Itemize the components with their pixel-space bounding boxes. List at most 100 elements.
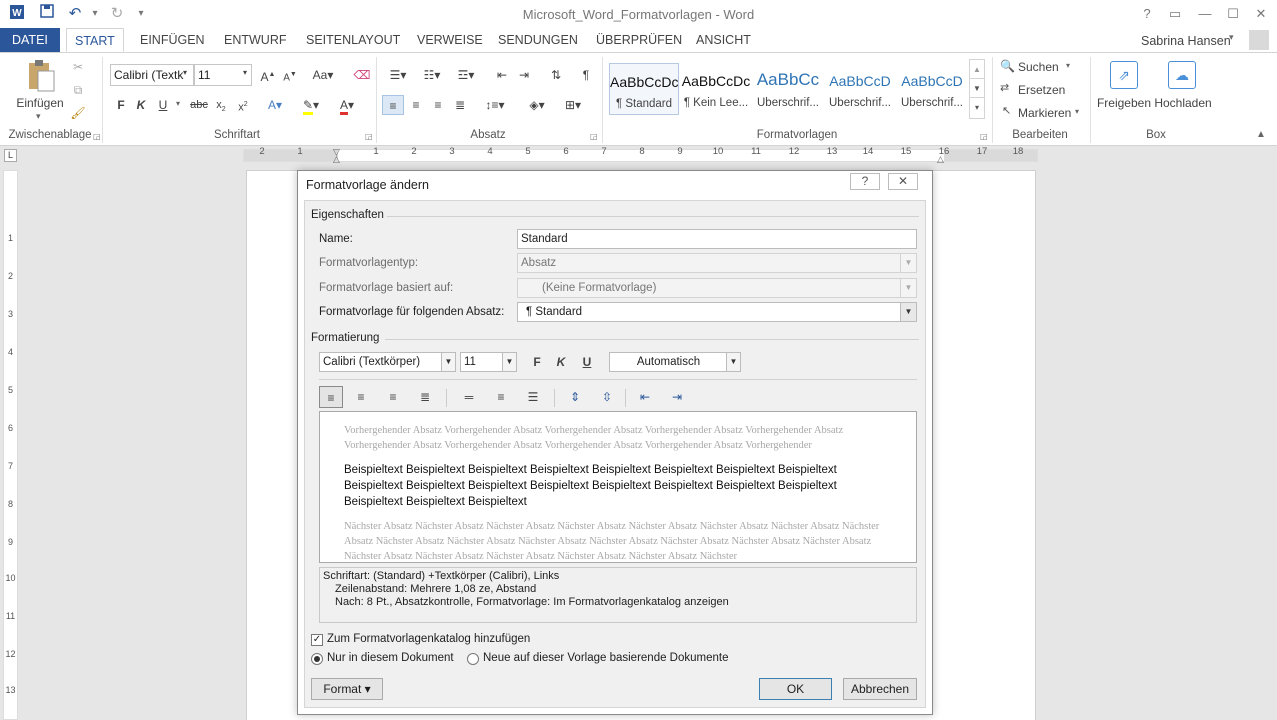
tab-einfuegen[interactable]: EINFÜGEN bbox=[132, 28, 213, 52]
styles-more-icon[interactable]: ▾ bbox=[970, 98, 984, 117]
select-dropdown-icon[interactable]: ▾ bbox=[1075, 107, 1079, 116]
italic-button[interactable]: K bbox=[549, 351, 573, 373]
increase-spacing-icon[interactable]: ⇕ bbox=[563, 386, 587, 408]
upload-button[interactable]: Hochladen bbox=[1152, 93, 1214, 113]
paste-dropdown-icon[interactable]: ▾ bbox=[36, 111, 41, 122]
borders-icon[interactable]: ⊞▾ bbox=[558, 95, 588, 115]
style-heading-1[interactable]: AaBbCc Überschrif... bbox=[753, 63, 823, 115]
cancel-button[interactable]: Abbrechen bbox=[843, 678, 917, 700]
decrease-indent-icon[interactable]: ⇤ bbox=[492, 65, 512, 85]
replace-button[interactable]: Ersetzen bbox=[1018, 80, 1065, 100]
upload-icon[interactable]: ☁ bbox=[1168, 61, 1196, 89]
search-dropdown-icon[interactable]: ▾ bbox=[1066, 61, 1070, 70]
justify-button[interactable]: ≣ bbox=[413, 386, 437, 408]
bold-icon[interactable]: F bbox=[112, 95, 130, 115]
italic-icon[interactable]: K bbox=[132, 95, 150, 115]
style-type-select[interactable]: Absatz ▼ bbox=[517, 253, 917, 273]
share-button[interactable]: Freigeben bbox=[1096, 93, 1152, 113]
search-icon[interactable]: 🔍 bbox=[1000, 59, 1015, 73]
underline-dropdown-icon[interactable]: ▾ bbox=[176, 99, 180, 108]
add-to-gallery-checkbox[interactable]: ✓ bbox=[311, 634, 323, 646]
name-field[interactable]: Standard bbox=[517, 229, 917, 249]
styles-scroll-down-icon[interactable]: ▼ bbox=[970, 79, 984, 98]
collapse-ribbon-icon[interactable]: ▲ bbox=[1256, 129, 1266, 140]
clear-formatting-icon[interactable]: ⌫ bbox=[352, 65, 372, 85]
new-documents-radio[interactable] bbox=[467, 653, 479, 665]
tab-sendungen[interactable]: SENDUNGEN bbox=[490, 28, 586, 52]
maximize-icon[interactable]: ☐ bbox=[1222, 4, 1244, 24]
font-name-box[interactable]: Calibri (Textk bbox=[110, 64, 194, 86]
minimize-icon[interactable]: — bbox=[1194, 4, 1216, 24]
subscript-icon[interactable]: x2 bbox=[212, 95, 230, 115]
based-on-select[interactable]: (Keine Formatvorlage) ▼ bbox=[517, 278, 917, 298]
highlight-color-icon[interactable]: ✎▾ bbox=[296, 95, 326, 115]
select-icon[interactable]: ↖ bbox=[1002, 104, 1011, 117]
right-indent-marker[interactable]: △ bbox=[937, 154, 944, 165]
grow-font-icon[interactable]: A▲ bbox=[258, 65, 278, 85]
align-left-icon[interactable]: ≡ bbox=[382, 95, 404, 115]
double-spacing-button[interactable]: ☰ bbox=[521, 386, 545, 408]
shading-icon[interactable]: ◈▾ bbox=[522, 95, 552, 115]
help-button[interactable]: ? bbox=[850, 173, 880, 190]
tab-ansicht[interactable]: ANSICHT bbox=[688, 28, 759, 52]
copy-icon[interactable]: ⧉ bbox=[70, 80, 86, 100]
show-formatting-icon[interactable]: ¶ bbox=[576, 65, 596, 85]
close-icon[interactable]: ✕ bbox=[1250, 4, 1272, 24]
align-right-button[interactable]: ≡ bbox=[381, 386, 405, 408]
styles-scroll[interactable]: ▲ ▼ ▾ bbox=[969, 59, 985, 119]
align-left-button[interactable]: ≡ bbox=[319, 386, 343, 408]
format-menu-button[interactable]: Format ▾ bbox=[311, 678, 383, 700]
paragraph-launcher-icon[interactable]: ◲ bbox=[590, 132, 598, 141]
hanging-indent-marker[interactable]: △ bbox=[333, 154, 340, 165]
cut-icon[interactable]: ✂ bbox=[70, 57, 86, 77]
multilevel-list-icon[interactable]: ☲▾ bbox=[452, 65, 480, 85]
increase-indent-icon[interactable]: ⇥ bbox=[665, 386, 689, 408]
shrink-font-icon[interactable]: A▼ bbox=[280, 65, 300, 85]
align-center-icon[interactable]: ≡ bbox=[406, 95, 426, 115]
style-kein-leerraum[interactable]: AaBbCcDc ¶ Kein Lee... bbox=[681, 63, 751, 115]
only-this-document-label[interactable]: Nur in diesem Dokument bbox=[327, 652, 454, 664]
add-to-gallery-label[interactable]: Zum Formatvorlagenkatalog hinzufügen bbox=[327, 633, 530, 645]
avatar[interactable] bbox=[1249, 30, 1269, 50]
styles-launcher-icon[interactable]: ◲ bbox=[980, 132, 988, 141]
line-spacing-icon[interactable]: ↕≡▾ bbox=[480, 95, 510, 115]
search-button[interactable]: Suchen bbox=[1018, 57, 1059, 77]
ribbon-display-icon[interactable]: ▭ bbox=[1164, 4, 1186, 24]
single-spacing-button[interactable]: ═ bbox=[457, 386, 481, 408]
clipboard-launcher-icon[interactable]: ◲ bbox=[93, 132, 101, 141]
underline-button[interactable]: U bbox=[575, 351, 599, 373]
tab-selector-icon[interactable]: L bbox=[4, 149, 17, 162]
align-center-button[interactable]: ≡ bbox=[349, 386, 373, 408]
font-color-select[interactable]: Automatisch ▼ bbox=[609, 352, 741, 372]
sort-icon[interactable]: ⇅ bbox=[546, 65, 566, 85]
superscript-icon[interactable]: x2 bbox=[234, 95, 252, 115]
decrease-spacing-icon[interactable]: ⇳ bbox=[595, 386, 619, 408]
replace-icon[interactable]: ⇄ bbox=[1000, 81, 1009, 94]
strikethrough-icon[interactable]: abc bbox=[188, 95, 210, 115]
share-icon[interactable]: ⇗ bbox=[1110, 61, 1138, 89]
paste-icon[interactable] bbox=[26, 59, 56, 93]
numbering-icon[interactable]: ☷▾ bbox=[418, 65, 446, 85]
justify-icon[interactable]: ≣ bbox=[450, 95, 470, 115]
next-paragraph-select[interactable]: ¶ Standard ▼ bbox=[517, 302, 917, 322]
one-half-spacing-button[interactable]: ≡ bbox=[489, 386, 513, 408]
font-launcher-icon[interactable]: ◲ bbox=[365, 132, 373, 141]
style-heading-3[interactable]: AaBbCcD Überschrif... bbox=[897, 63, 967, 115]
decrease-indent-icon[interactable]: ⇤ bbox=[633, 386, 657, 408]
underline-icon[interactable]: U bbox=[154, 95, 172, 115]
tab-seitenlayout[interactable]: SEITENLAYOUT bbox=[298, 28, 408, 52]
user-name[interactable]: Sabrina Hansen bbox=[1141, 31, 1231, 51]
tab-ueberpruefen[interactable]: ÜBERPRÜFEN bbox=[588, 28, 690, 52]
align-right-icon[interactable]: ≡ bbox=[428, 95, 448, 115]
help-icon[interactable]: ? bbox=[1136, 4, 1158, 24]
format-painter-icon[interactable]: 🖌 bbox=[70, 103, 86, 123]
user-dropdown-icon[interactable]: ▾ bbox=[1229, 32, 1234, 43]
select-button[interactable]: Markieren bbox=[1018, 103, 1071, 123]
change-case-icon[interactable]: Aa▾ bbox=[308, 65, 338, 85]
tab-datei[interactable]: DATEI bbox=[0, 28, 60, 52]
paste-button[interactable]: Einfügen bbox=[12, 93, 68, 113]
font-size-select[interactable]: 11 ▼ bbox=[460, 352, 517, 372]
ok-button[interactable]: OK bbox=[759, 678, 832, 700]
text-effects-icon[interactable]: A▾ bbox=[264, 95, 286, 115]
tab-start[interactable]: START bbox=[66, 28, 124, 52]
